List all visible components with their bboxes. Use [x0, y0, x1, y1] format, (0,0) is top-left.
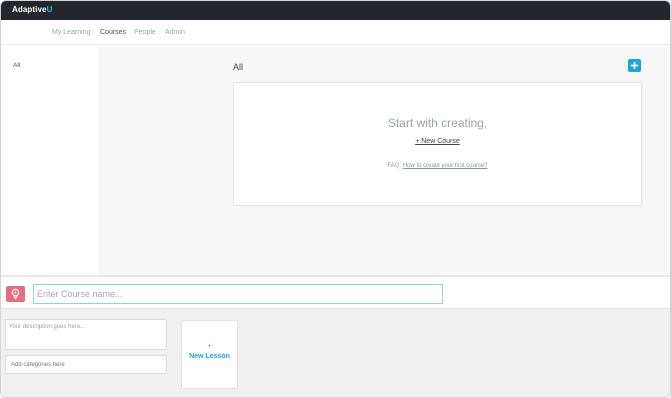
top-bar: AdaptiveU: [1, 1, 670, 20]
course-description-input[interactable]: [5, 319, 167, 350]
new-course-link[interactable]: + New Course: [415, 138, 460, 145]
new-lesson-label: New Lesson: [189, 353, 230, 360]
new-lesson-plus: +: [207, 343, 212, 350]
courses-main: All Start with creating, + New Course FA…: [98, 46, 670, 275]
add-course-button[interactable]: [628, 59, 641, 72]
nav-item-my-learning[interactable]: My Learning: [52, 29, 91, 36]
logo-text: Adaptive: [12, 5, 47, 14]
course-name-input[interactable]: [33, 284, 443, 304]
faq-link[interactable]: How to create your first course?: [403, 163, 488, 169]
location-pin-icon: [11, 288, 20, 300]
logo-accent: U: [46, 5, 53, 14]
nav-item-people[interactable]: People: [134, 29, 156, 36]
faq-line: FAQ: How to create your first course?: [234, 163, 641, 169]
empty-state-card: Start with creating, + New Course FAQ: H…: [233, 82, 642, 206]
app-logo[interactable]: AdaptiveU: [12, 5, 52, 14]
course-name-row: [1, 277, 670, 309]
nav-item-courses[interactable]: Courses: [100, 29, 126, 36]
faq-prefix: FAQ:: [387, 163, 402, 169]
app-window: AdaptiveU My Learning Courses People Adm…: [0, 0, 671, 398]
course-icon-button[interactable]: [6, 286, 25, 302]
main-nav: My Learning Courses People Admin: [1, 20, 670, 45]
new-lesson-button[interactable]: + New Lesson: [181, 320, 238, 389]
sidebar: All: [2, 46, 98, 275]
plus-icon: [631, 62, 638, 69]
course-editor: + New Lesson: [1, 277, 670, 397]
nav-item-admin[interactable]: Admin: [165, 29, 185, 36]
empty-state-heading: Start with creating,: [387, 116, 488, 130]
section-title: All: [233, 62, 244, 72]
sidebar-item-all[interactable]: All: [13, 62, 20, 69]
course-categories-input[interactable]: [5, 355, 167, 374]
